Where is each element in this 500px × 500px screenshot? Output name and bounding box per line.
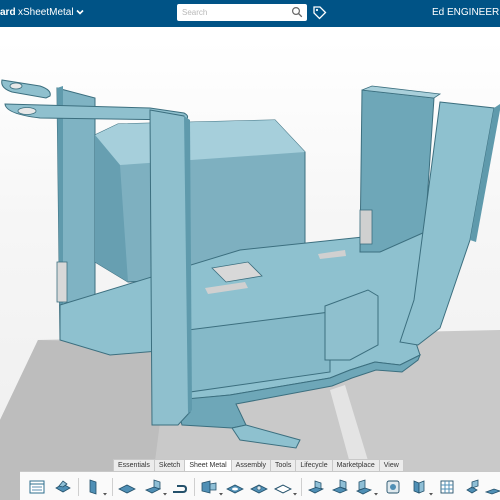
chevron-down-icon[interactable]: [293, 492, 297, 496]
pattern-icon[interactable]: [464, 478, 482, 496]
chevron-down-icon[interactable]: [74, 6, 86, 18]
tab-lifecycle[interactable]: Lifecycle: [295, 459, 333, 471]
search-icon[interactable]: [291, 6, 303, 18]
tag-icon[interactable]: [312, 5, 327, 20]
toolbar-separator: [112, 478, 113, 496]
app-name-label[interactable]: xSheetMetal: [18, 7, 74, 18]
tab-essentials[interactable]: Essentials: [113, 459, 155, 471]
bead-icon[interactable]: [274, 478, 292, 496]
mirror-icon[interactable]: [438, 478, 456, 496]
corner-relief-icon[interactable]: [331, 478, 349, 496]
sheet-metal-model[interactable]: [0, 40, 500, 500]
tab-hole-2: [17, 107, 37, 115]
left-back-slot: [56, 261, 68, 303]
flange-icon[interactable]: [144, 478, 162, 496]
chevron-down-icon[interactable]: [374, 492, 378, 496]
search-box: [177, 4, 307, 21]
top-bar: ard xSheetMetal Ed ENGINEER: [0, 0, 500, 27]
weld-icon[interactable]: [410, 478, 428, 496]
unfold-icon[interactable]: [355, 478, 373, 496]
tab-sketch[interactable]: Sketch: [153, 459, 186, 471]
brand-label: ard: [0, 7, 16, 18]
action-bar-tabs: Essentials Sketch Sheet Metal Assembly T…: [113, 459, 404, 471]
toolbar-separator: [301, 478, 302, 496]
action-bar-tools: [20, 471, 500, 500]
tab-hole-1: [9, 82, 23, 90]
wall-icon[interactable]: [84, 478, 102, 496]
flatten-icon[interactable]: [484, 478, 500, 496]
top-left-tab[interactable]: [1, 79, 51, 99]
cutout-icon[interactable]: [226, 478, 244, 496]
toolbar-separator: [194, 478, 195, 496]
chevron-down-icon[interactable]: [163, 492, 167, 496]
3d-viewport[interactable]: [0, 40, 500, 500]
bend-icon[interactable]: [118, 478, 136, 496]
sheet-metal-part-icon[interactable]: [54, 478, 72, 496]
chevron-down-icon[interactable]: [103, 492, 107, 496]
chevron-down-icon[interactable]: [219, 492, 223, 496]
punch-icon[interactable]: [250, 478, 268, 496]
tab-sheet-metal[interactable]: Sheet Metal: [184, 459, 232, 471]
tab-icon[interactable]: [200, 478, 218, 496]
tab-assembly[interactable]: Assembly: [230, 459, 272, 471]
tab-view[interactable]: View: [378, 459, 404, 471]
viewport-top-strip: [0, 27, 500, 40]
user-name[interactable]: Ed ENGINEER: [432, 7, 499, 18]
toolbar-separator: [78, 478, 79, 496]
search-input[interactable]: [182, 6, 290, 19]
hem-icon[interactable]: [170, 478, 188, 496]
properties-panel-icon[interactable]: [28, 478, 46, 496]
louver-icon[interactable]: [307, 478, 325, 496]
stamp-icon[interactable]: [384, 478, 402, 496]
tab-marketplace[interactable]: Marketplace: [331, 459, 380, 471]
tab-tools[interactable]: Tools: [270, 459, 297, 471]
left-tall-strap[interactable]: [149, 109, 191, 426]
right-back-slot: [359, 209, 373, 245]
chevron-down-icon[interactable]: [429, 492, 433, 496]
